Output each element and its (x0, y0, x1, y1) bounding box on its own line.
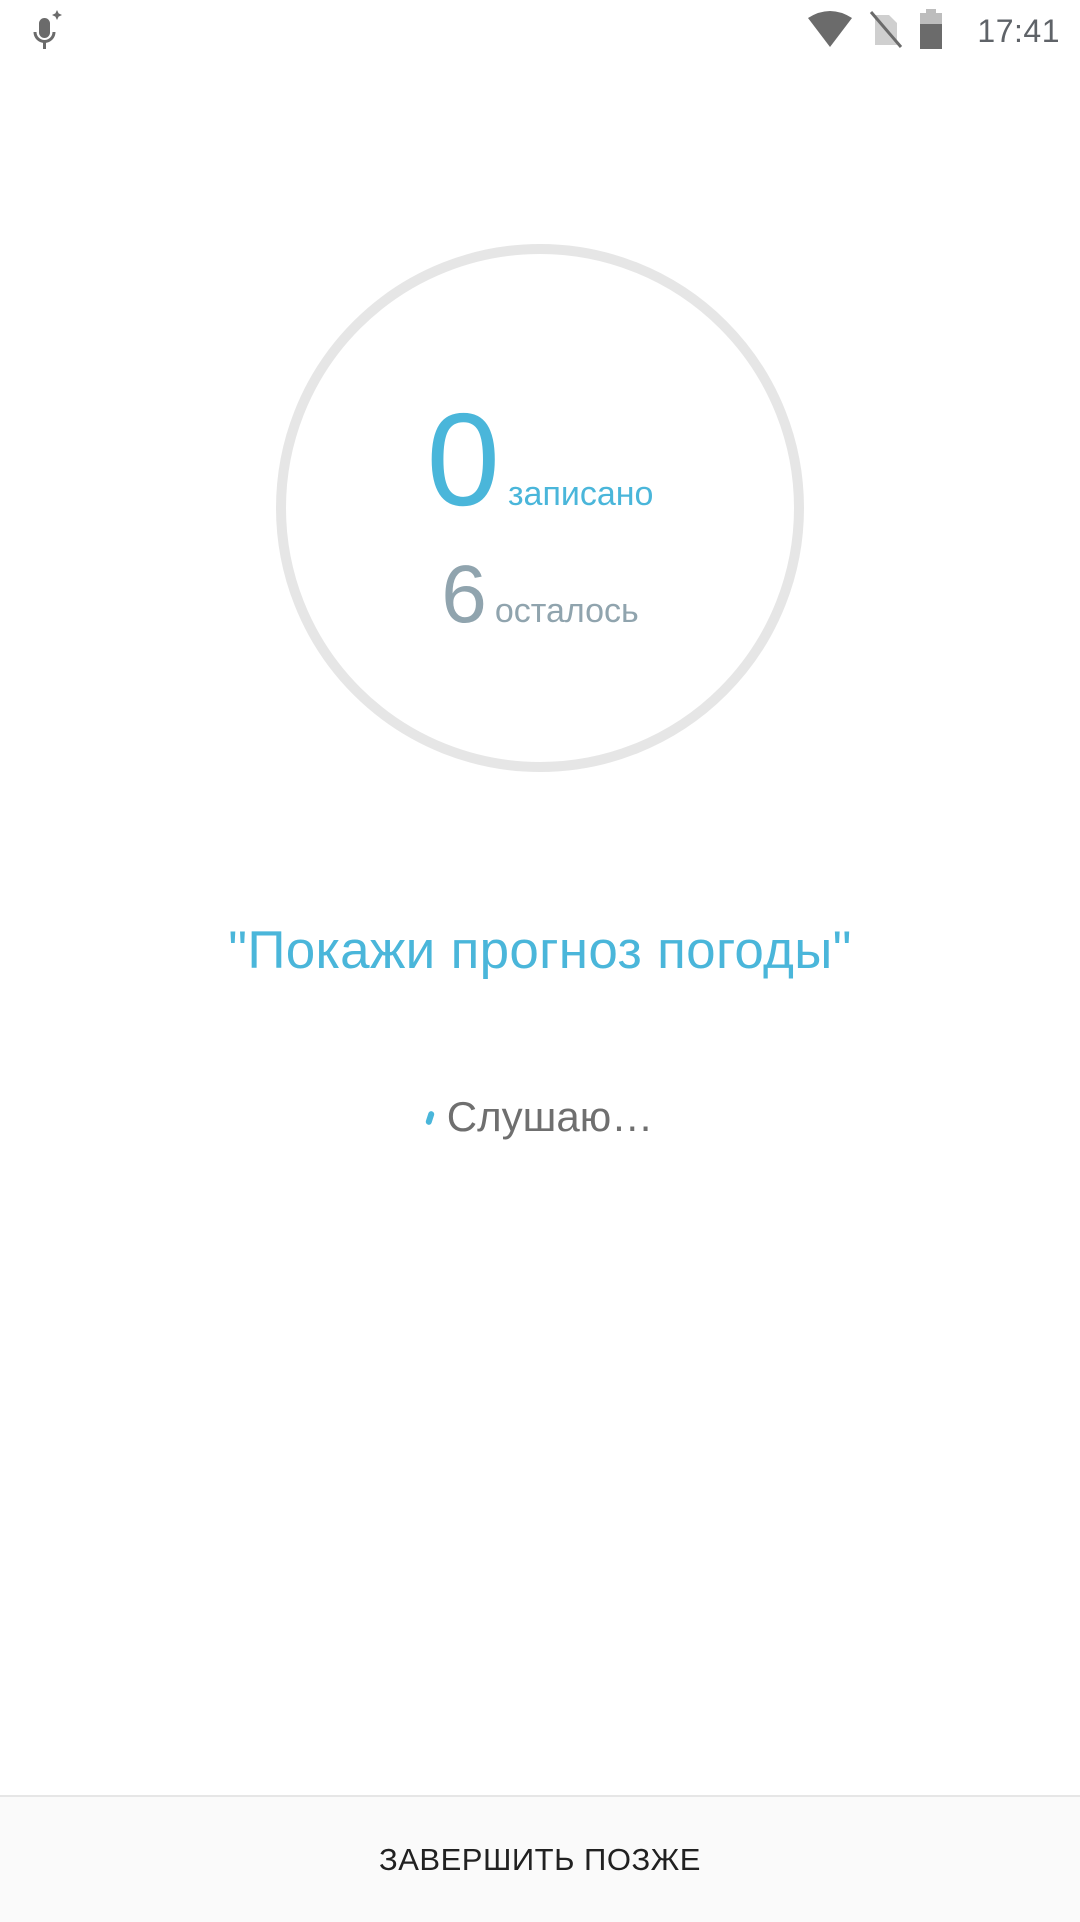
voice-assist-mic-icon (28, 8, 64, 54)
battery-icon (919, 8, 943, 55)
no-sim-icon (869, 9, 903, 54)
listening-status: Слушаю… (0, 1093, 1080, 1141)
remaining-count: 6 (441, 549, 487, 640)
listening-indicator-icon (424, 1110, 435, 1126)
prompt-phrase: "Покажи прогноз погоды" (228, 921, 852, 980)
wifi-icon (807, 10, 853, 53)
bottom-bar: ЗАВЕРШИТЬ ПОЗЖЕ (0, 1795, 1080, 1922)
recorded-count: 0 (426, 386, 500, 533)
remaining-label: осталось (494, 592, 639, 630)
recorded-label: записано (507, 475, 654, 513)
remaining-count-row: 6 осталось (276, 554, 804, 636)
listening-label: Слушаю… (446, 1093, 654, 1140)
recording-progress-circle: 0 записано 6 осталось (276, 244, 804, 772)
status-bar: 17:41 (0, 0, 1080, 66)
recorded-count-row: 0 записано (276, 394, 804, 526)
clock: 17:41 (977, 12, 1060, 49)
status-icons: 17:41 (807, 8, 1060, 54)
finish-later-button[interactable]: ЗАВЕРШИТЬ ПОЗЖЕ (0, 1797, 1080, 1922)
